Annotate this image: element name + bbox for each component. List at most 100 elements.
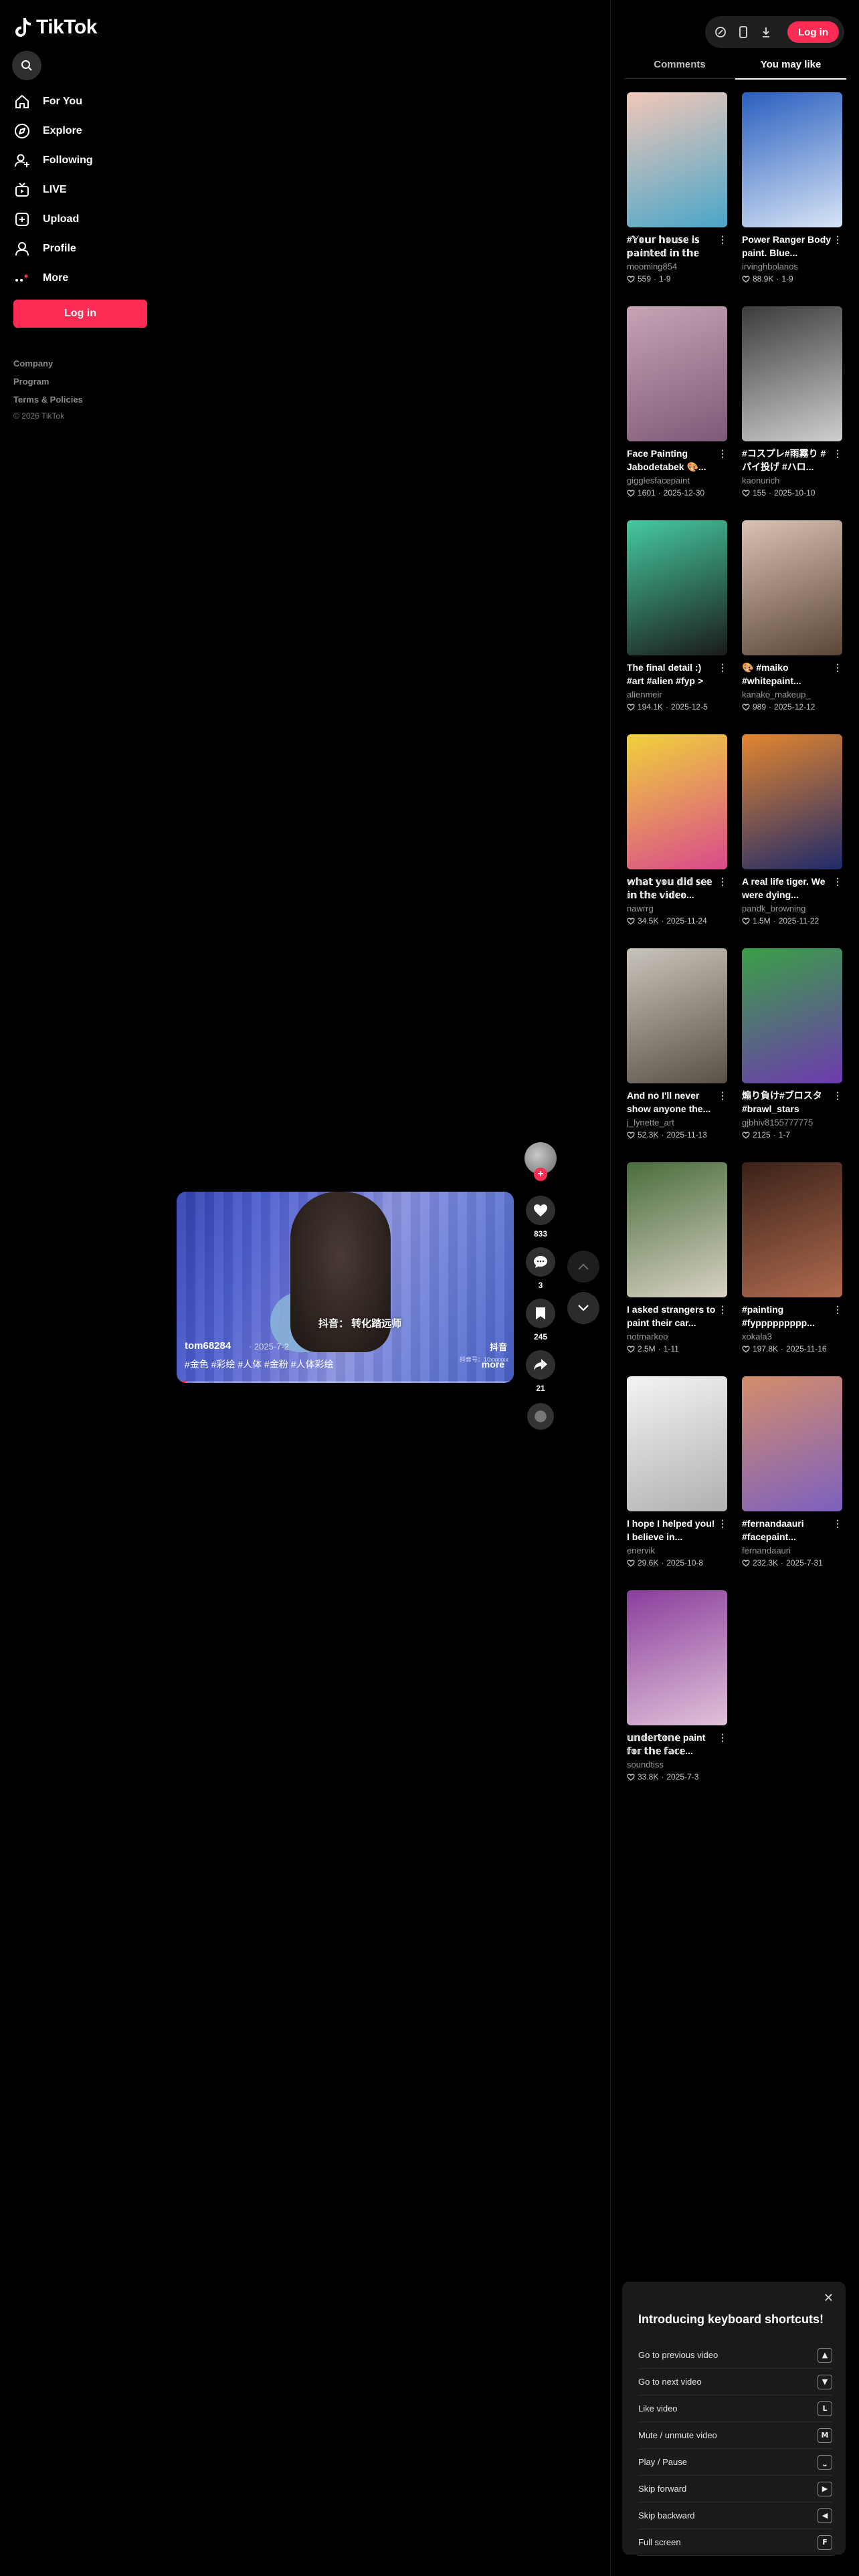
save-button[interactable]: 245 [526, 1299, 555, 1341]
previous-video-button[interactable] [567, 1251, 599, 1283]
more-options-icon[interactable]: ⋮ [718, 1732, 727, 1743]
video-card-title[interactable]: 𝕦𝕟𝕕𝕖𝕣𝕥𝕠𝕟𝕖 paint 𝕗𝕠𝕣 𝕥𝕙𝕖 𝕗𝕒𝕔𝕖... [627, 1731, 717, 1757]
follow-plus-icon[interactable]: + [534, 1168, 547, 1181]
video-card[interactable]: I asked strangers to paint their car... ⋮… [627, 1162, 727, 1362]
video-card-author[interactable]: kanako_makeup_ [742, 689, 842, 701]
video-card-title[interactable]: 煽り負け#ブロスタ #brawl_stars [742, 1089, 832, 1115]
video-card-title[interactable]: #コスプレ#雨霧り #パイ投げ #ハロ... [742, 447, 832, 473]
video-card-author[interactable]: mooming854 [627, 261, 727, 273]
video-card[interactable]: 🎨 #maiko #whitepaint... ⋮ kanako_makeup_ 98… [742, 520, 842, 720]
video-card[interactable]: #fernandaauri #facepaint... ⋮ fernandaauri… [742, 1376, 842, 1576]
video-card-title[interactable]: #fernandaauri #facepaint... [742, 1517, 832, 1543]
video-card-author[interactable]: alienmeir [627, 689, 727, 701]
video-thumbnail[interactable] [627, 1162, 727, 1297]
more-options-icon[interactable]: ⋮ [833, 876, 842, 887]
coins-button[interactable] [710, 22, 731, 42]
video-thumbnail[interactable] [742, 1376, 842, 1511]
video-more-button[interactable]: more [482, 1359, 504, 1370]
video-author[interactable]: tom68284 [185, 1340, 231, 1352]
video-card-title[interactable]: Face Painting Jabodetabek 🎨... [627, 447, 717, 473]
more-options-icon[interactable]: ⋮ [718, 662, 727, 673]
more-options-icon[interactable]: ⋮ [833, 234, 842, 245]
video-thumbnail[interactable] [627, 92, 727, 227]
nav-item-following[interactable]: Following [13, 146, 154, 175]
tab-you-may-like[interactable]: You may like [735, 53, 846, 80]
video-card-author[interactable]: notmarkoo [627, 1331, 727, 1343]
video-card-title[interactable]: And no I'll never show anyone the... [627, 1089, 717, 1115]
more-options-icon[interactable]: ⋮ [718, 1518, 727, 1529]
more-options-icon[interactable]: ⋮ [718, 1304, 727, 1315]
video-card-title[interactable]: 𝕨𝕙𝕒𝕥 𝕪𝕠𝕦 𝕕𝕚𝕕 𝕤𝕖𝕖 𝕚𝕟 𝕥𝕙𝕖 𝕧𝕚𝕕𝕖𝕠... [627, 875, 717, 901]
video-progress-bar[interactable] [177, 1381, 514, 1383]
video-card-author[interactable]: fernandaauri [742, 1545, 842, 1557]
video-thumbnail[interactable] [627, 520, 727, 655]
video-card[interactable]: A real life tiger. We were dying... ⋮ pand… [742, 734, 842, 934]
nav-item-profile[interactable]: Profile [13, 234, 154, 263]
video-card-author[interactable]: j_lynette_art [627, 1117, 727, 1129]
video-card-title[interactable]: I asked strangers to paint their car... [627, 1303, 717, 1329]
video-card-author[interactable]: soundtiss [627, 1759, 727, 1771]
like-button[interactable]: 833 [526, 1196, 555, 1239]
video-thumbnail[interactable] [742, 306, 842, 441]
video-hashtags[interactable]: #金色 #彩绘 #人体 #金粉 #人体彩绘 [185, 1358, 334, 1371]
video-thumbnail[interactable] [627, 948, 727, 1083]
video-thumbnail[interactable] [742, 1162, 842, 1297]
next-video-button[interactable] [567, 1292, 599, 1324]
video-card[interactable]: #𝕐𝕠𝕦𝕣 𝕙𝕠𝕦𝕤𝕖 𝕚𝕤 𝕡𝕒𝕚𝕟𝕥𝕖𝕕 𝕚𝕟 𝕥𝕙𝕖 𝕔𝕠𝕝𝕠𝕣...⋮ m… [627, 92, 727, 292]
video-card[interactable]: 煽り負け#ブロスタ #brawl_stars ⋮ gjbhiv8155777775 2… [742, 948, 842, 1148]
more-options-icon[interactable]: ⋮ [833, 1304, 842, 1315]
video-card[interactable]: And no I'll never show anyone the... ⋮ j_l… [627, 948, 727, 1148]
video-thumbnail[interactable] [627, 734, 727, 869]
video-card-title[interactable]: The final detail :) #art #alien #fyp > [627, 661, 717, 687]
nav-item-more[interactable]: More [13, 263, 154, 293]
video-thumbnail[interactable] [627, 1590, 727, 1725]
video-card-title[interactable]: 🎨 #maiko #whitepaint... [742, 661, 832, 687]
comment-button[interactable]: 3 [526, 1247, 555, 1290]
nav-item-live[interactable]: LIVE [13, 175, 154, 205]
more-options-icon[interactable]: ⋮ [718, 876, 727, 887]
video-card[interactable]: #コスプレ#雨霧り #パイ投げ #ハロ... ⋮ kaonurich 155 · 2025… [742, 306, 842, 506]
more-options-icon[interactable]: ⋮ [833, 1090, 842, 1101]
get-pc-app-button[interactable] [756, 22, 776, 42]
video-card-author[interactable]: irvinghbolanos [742, 261, 842, 273]
video-card[interactable]: The final detail :) #art #alien #fyp > ⋮ a… [627, 520, 727, 720]
more-options-icon[interactable]: ⋮ [833, 1518, 842, 1529]
video-card-author[interactable]: xokala3 [742, 1331, 842, 1343]
video-card-title[interactable]: #painting #fyppppppppp... [742, 1303, 832, 1329]
footer-link-company[interactable]: Company [13, 354, 83, 372]
tiktok-logo[interactable]: TikTok [15, 16, 97, 39]
video-card-author[interactable]: pandk_browning [742, 903, 842, 915]
more-options-icon[interactable]: ⋮ [718, 448, 727, 459]
footer-link-program[interactable]: Program [13, 372, 83, 391]
more-options-icon[interactable]: ⋮ [718, 234, 727, 245]
video-thumbnail[interactable] [742, 520, 842, 655]
video-card-title[interactable]: #𝕐𝕠𝕦𝕣 𝕙𝕠𝕦𝕤𝕖 𝕚𝕤 𝕡𝕒𝕚𝕟𝕥𝕖𝕕 𝕚𝕟 𝕥𝕙𝕖 𝕔𝕠𝕝𝕠𝕣... [627, 233, 717, 259]
share-button[interactable]: 21 [526, 1350, 555, 1393]
video-card-author[interactable]: gigglesfacepaint [627, 475, 727, 487]
video-thumbnail[interactable] [742, 92, 842, 227]
video-card-title[interactable]: I hope I helped you! I believe in... [627, 1517, 717, 1543]
search-button[interactable] [12, 51, 41, 80]
video-card[interactable]: I hope I helped you! I believe in... ⋮ ene… [627, 1376, 727, 1576]
video-card[interactable]: Power Ranger Body paint. Blue... ⋮ irvingh… [742, 92, 842, 292]
more-options-icon[interactable]: ⋮ [718, 1090, 727, 1101]
more-options-icon[interactable]: ⋮ [833, 448, 842, 459]
video-card-title[interactable]: Power Ranger Body paint. Blue... [742, 233, 832, 259]
nav-item-for-you[interactable]: For You [13, 87, 154, 116]
video-card[interactable]: Face Painting Jabodetabek 🎨... ⋮ gigglesfa… [627, 306, 727, 506]
video-player[interactable]: 抖音： 转化踏远师 抖音 抖音号：10xxxxxx tom68284 · 202… [177, 1192, 514, 1383]
video-card[interactable]: 𝕨𝕙𝕒𝕥 𝕪𝕠𝕦 𝕕𝕚𝕕 𝕤𝕖𝕖 𝕚𝕟 𝕥𝕙𝕖 𝕧𝕚𝕕𝕖𝕠... ⋮ nawrrg 3… [627, 734, 727, 934]
nav-item-upload[interactable]: Upload [13, 205, 154, 234]
music-disc-icon[interactable] [527, 1403, 554, 1430]
video-card-author[interactable]: nawrrg [627, 903, 727, 915]
video-thumbnail[interactable] [742, 734, 842, 869]
video-card-author[interactable]: enervik [627, 1545, 727, 1557]
more-options-icon[interactable]: ⋮ [833, 662, 842, 673]
get-app-button[interactable] [733, 22, 753, 42]
video-card[interactable]: 𝕦𝕟𝕕𝕖𝕣𝕥𝕠𝕟𝕖 paint 𝕗𝕠𝕣 𝕥𝕙𝕖 𝕗𝕒𝕔𝕖... ⋮ soundtis… [627, 1590, 727, 1790]
close-icon[interactable]: ✕ [824, 2291, 834, 2305]
footer-link-terms[interactable]: Terms & Policies [13, 391, 83, 409]
video-card-author[interactable]: kaonurich [742, 475, 842, 487]
creator-avatar[interactable]: + [524, 1142, 557, 1181]
video-thumbnail[interactable] [627, 1376, 727, 1511]
